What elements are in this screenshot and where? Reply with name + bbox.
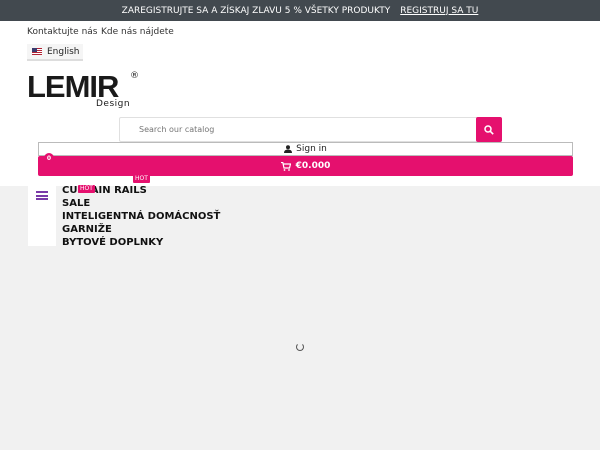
find-us-link[interactable]: Kde nás nájdete [101, 27, 174, 37]
logo-registered-mark: ® [130, 71, 139, 81]
hot-badge: HOT [78, 185, 95, 193]
menu-toggle[interactable] [28, 186, 56, 246]
logo[interactable]: LEMIR ® Design [27, 71, 139, 113]
cart-count-badge: 0 [44, 153, 54, 163]
promo-text: ZAREGISTRUJTE SA A ZÍSKAJ ZLAVU 5 % VŠET… [121, 5, 391, 16]
language-selector[interactable]: English [27, 44, 83, 61]
sign-in-label: Sign in [296, 144, 327, 154]
cart-total: €0.000 [295, 161, 331, 171]
hamburger-icon [36, 191, 48, 200]
menu-item-home-accessories[interactable]: BYTOVÉ DOPLNKY [62, 236, 220, 249]
sign-in-button[interactable]: Sign in [38, 142, 573, 156]
cart-icon [280, 161, 291, 171]
search-button[interactable] [476, 117, 502, 142]
language-label: English [47, 46, 80, 57]
user-icon [284, 145, 293, 153]
main-menu: CURTAIN RAILS HOT SALE INTELIGENTNÁ DOMÁ… [62, 184, 220, 249]
contact-link[interactable]: Kontaktujte nás [27, 27, 98, 37]
promo-bar: ZAREGISTRUJTE SA A ZÍSKAJ ZLAVU 5 % VŠET… [0, 0, 600, 21]
register-link[interactable]: REGISTRUJ SA TU [400, 6, 478, 16]
cart-button[interactable]: 0 €0.000 [38, 153, 573, 176]
search-icon [484, 124, 494, 135]
logo-subtitle: Design [96, 99, 131, 109]
us-flag-icon [32, 48, 42, 55]
loading-spinner-icon [296, 343, 304, 351]
menu-item-label: CURTAIN RAILS [62, 185, 147, 196]
search-bar [119, 117, 502, 142]
hot-badge-top: HOT [133, 175, 150, 183]
menu-item-sale[interactable]: SALE [62, 197, 220, 210]
search-input[interactable] [120, 118, 477, 141]
menu-item-garnize[interactable]: GARNIŽE [62, 223, 220, 236]
menu-item-curtain-rails[interactable]: CURTAIN RAILS HOT [62, 184, 220, 197]
header: Kontaktujte nás Kde nás nájdete English … [0, 21, 600, 186]
menu-item-smart-home[interactable]: INTELIGENTNÁ DOMÁCNOSŤ [62, 210, 220, 223]
